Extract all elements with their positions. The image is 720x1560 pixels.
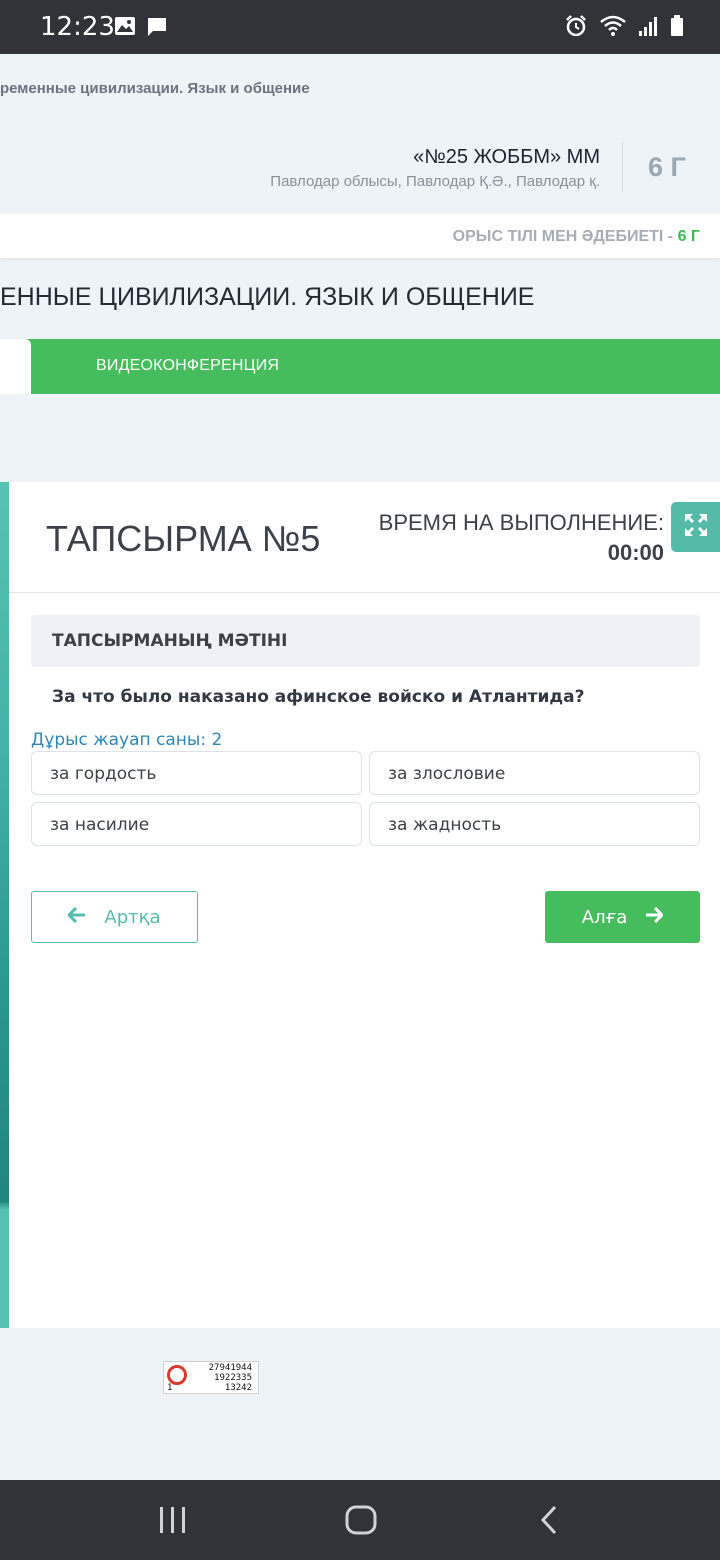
- fullscreen-button[interactable]: [671, 502, 720, 552]
- task-text-header: ТАПСЫРМАНЫҢ МӘТІНІ: [31, 615, 700, 667]
- answer-option[interactable]: за гордость: [31, 751, 362, 795]
- card-divider: [9, 592, 720, 593]
- school-info: «№25 ЖОББМ» ММ Павлодар облысы, Павлодар…: [270, 146, 600, 190]
- school-name: «№25 ЖОББМ» ММ: [413, 146, 600, 168]
- battery-icon: [670, 15, 684, 42]
- answer-label: за гордость: [50, 764, 157, 784]
- image-icon: [114, 16, 136, 41]
- header-divider: [622, 142, 623, 192]
- counter-logo-icon: [167, 1365, 187, 1385]
- sidebar-strip: [0, 482, 9, 1328]
- back-icon[interactable]: [538, 1504, 560, 1541]
- answer-label: за жадность: [388, 815, 502, 835]
- tab-videoconference[interactable]: ВИДЕОКОНФЕРЕНЦИЯ: [96, 357, 279, 375]
- counter-value: 13242: [224, 1383, 252, 1393]
- arrow-left-icon: [67, 906, 86, 928]
- question-text: За что было наказано афинское войско и А…: [52, 687, 585, 707]
- subject-title: ОРЫС ТІЛІ МЕН ӘДЕБИЕТІ - 6 Г: [453, 228, 700, 246]
- correct-answer-count: Дұрыс жауап саны: 2: [31, 730, 223, 750]
- school-location: Павлодар облысы, Павлодар Қ.Ә., Павлодар…: [270, 173, 600, 190]
- lesson-title: ЕННЫЕ ЦИВИЛИЗАЦИИ. ЯЗЫК И ОБЩЕНИЕ: [0, 283, 535, 311]
- task-title: ТАПСЫРМА №5: [46, 518, 321, 559]
- recent-apps-icon[interactable]: [158, 1504, 188, 1541]
- back-button-label: Артқа: [104, 906, 161, 928]
- next-button[interactable]: Алға: [545, 891, 700, 943]
- status-right-icons: [564, 14, 684, 43]
- breadcrumb[interactable]: ременные цивилизации. Язык и общение: [0, 80, 310, 97]
- alarm-icon: [564, 14, 588, 43]
- time-label: ВРЕМЯ НА ВЫПОЛНЕНИЕ:: [378, 510, 664, 535]
- status-bar: 12:23: [0, 0, 720, 54]
- answer-label: за насилие: [50, 815, 150, 835]
- subject-class: 6 Г: [677, 228, 700, 245]
- counter-value: 27941944: [208, 1363, 252, 1373]
- arrow-right-icon: [645, 906, 665, 928]
- next-button-label: Алға: [581, 906, 628, 928]
- signal-icon: [638, 15, 658, 42]
- answer-option[interactable]: за жадность: [369, 802, 700, 846]
- subject-name: ОРЫС ТІЛІ МЕН ӘДЕБИЕТІ -: [452, 228, 678, 245]
- answer-option[interactable]: за злословие: [369, 751, 700, 795]
- time-value: 00:00: [607, 540, 664, 565]
- answer-label: за злословие: [388, 764, 506, 784]
- visit-counter[interactable]: 27941944 1922335 13242 1: [163, 1361, 259, 1394]
- system-navigation-bar: [0, 1480, 720, 1560]
- status-time: 12:23: [40, 12, 115, 42]
- home-icon[interactable]: [344, 1504, 378, 1541]
- wifi-icon: [600, 15, 626, 42]
- back-button[interactable]: Артқа: [31, 891, 198, 943]
- counter-value: 1922335: [214, 1373, 252, 1383]
- class-label: 6 Г: [648, 152, 686, 182]
- tab-lesson[interactable]: [0, 339, 31, 394]
- expand-icon: [683, 512, 709, 543]
- answer-option[interactable]: за насилие: [31, 802, 362, 846]
- subject-bar: ОРЫС ТІЛІ МЕН ӘДЕБИЕТІ - 6 Г: [0, 214, 720, 258]
- task-text-heading: ТАПСЫРМАНЫҢ МӘТІНІ: [52, 631, 288, 651]
- task-card: ТАПСЫРМА №5 ВРЕМЯ НА ВЫПОЛНЕНИЕ: 00:00 Т…: [9, 482, 720, 1328]
- message-icon: [146, 16, 168, 43]
- counter-value: 1: [167, 1383, 173, 1393]
